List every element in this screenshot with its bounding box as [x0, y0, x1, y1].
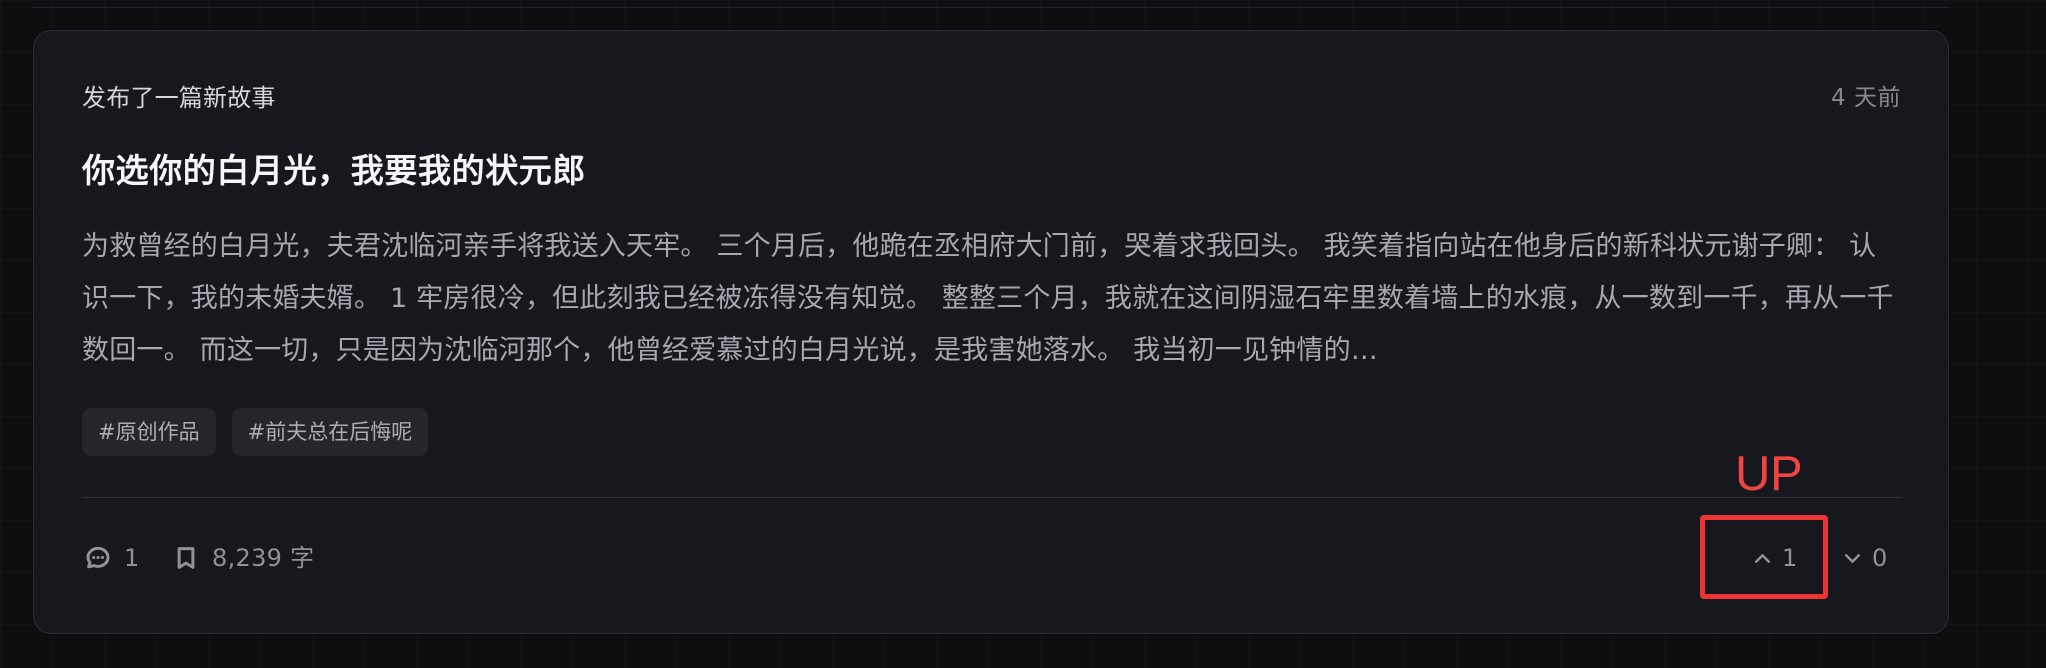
story-meta: 发布了一篇新故事 [82, 84, 276, 112]
word-count-value: 8,239 字 [212, 544, 315, 572]
annotation-highlight-box [1700, 515, 1828, 599]
bookmark-icon [170, 542, 202, 574]
content-divider [82, 497, 1902, 498]
top-divider [32, 7, 1950, 8]
word-count: 8,239 字 [170, 540, 314, 576]
downvote-button[interactable]: 0 [1838, 538, 1887, 578]
tag-ex-husband-regret[interactable]: #前夫总在后悔呢 [231, 408, 429, 456]
downvote-count: 0 [1872, 544, 1888, 572]
comment-count[interactable]: 1 [82, 540, 140, 576]
tag-original-work[interactable]: #原创作品 [82, 408, 216, 456]
story-summary: 为救曾经的白月光，夫君沈临河亲手将我送入天牢。 三个月后，他跪在丞相府大门前，哭… [82, 231, 1894, 366]
comment-bubble-icon [82, 542, 114, 574]
comment-count-value: 1 [124, 544, 140, 572]
chevron-down-icon [1838, 544, 1866, 572]
story-time: 4 天前 [1831, 85, 1901, 111]
story-tags: #原创作品 #前夫总在后悔呢 [82, 408, 429, 456]
story-title[interactable]: 你选你的白月光，我要我的状元郎 [82, 150, 586, 192]
annotation-up-label: UP [1735, 447, 1803, 501]
